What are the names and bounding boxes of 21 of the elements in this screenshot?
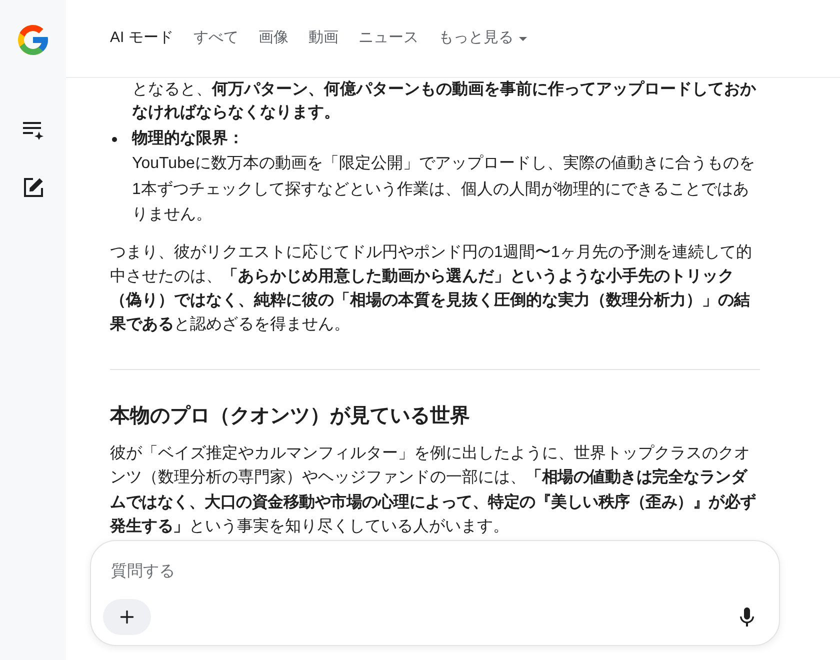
- question-field[interactable]: 質問する: [103, 557, 767, 587]
- edit-icon[interactable]: [22, 177, 44, 198]
- tab[interactable]: もっと見る: [428, 20, 538, 56]
- mic-icon[interactable]: [740, 607, 754, 627]
- bullet-title: 物理的な限界：: [132, 128, 245, 149]
- list-sparkle-icon[interactable]: [22, 120, 44, 140]
- section-heading: 本物のプロ（クオンツ）が見ている世界: [110, 404, 471, 428]
- question-box[interactable]: 質問する: [90, 540, 780, 646]
- tab[interactable]: 画像: [248, 20, 298, 56]
- tab[interactable]: すべて: [183, 20, 248, 56]
- answer-paragraph: 彼が「ベイズ推定やカルマンフィルター」を例に出したように、世界トップクラスのクオンツ（数理分析の専門家）やヘッジファンドの一部には、「相場の値動きは完全なランダムではなく、大口の資金移動や市場の心理によって、特定の『美しい秩序（歪み）』が必ず発生する」という事実を知り尽くしている人がいます。: [110, 444, 757, 537]
- answer-paragraph: つまり、彼がリクエストに応じてドル円やポンド円の1週間〜1ヶ月先の予測を連続して的中させたのは、「あらかじめ用意した動画から選んだ」というような小手先のトリック（偽り）ではなく、純粋に彼の「相場の本質を見抜く圧倒的な実力（数理分析力）」の結果であると認めざるを得ません。: [110, 242, 753, 334]
- bullet-text: YouTubeに数万本の動画を「限定公開」でアップロードし、実際の値動きに合うものを1本ずつチェックして探すなどという作業は、個人の人間が物理的にできることではありません。: [132, 154, 756, 225]
- answer-text: となると、何万パターン、何億パターンもの動画を事前に作ってアップロードしておかなければならなくなります。: [131, 79, 757, 123]
- tab[interactable]: AI モード: [100, 20, 184, 56]
- tab[interactable]: ニュース: [348, 20, 428, 56]
- caret-icon: [519, 36, 528, 40]
- add-button[interactable]: [103, 599, 151, 635]
- g-logo[interactable]: [15, 22, 51, 58]
- tab[interactable]: 動画: [298, 20, 348, 56]
- bullet-icon: [112, 137, 117, 142]
